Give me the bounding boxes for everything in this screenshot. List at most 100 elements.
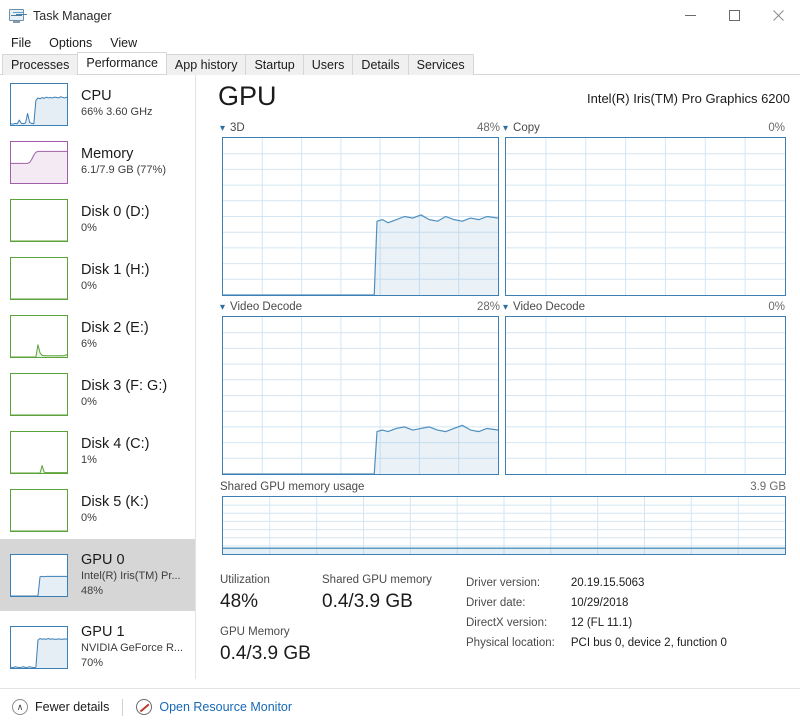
sidebar-item-sub: 0% [81,222,97,234]
graph-video-decode-left [222,316,499,475]
stat-caption: GPU Memory [220,626,290,638]
sidebar-item-label: Disk 5 (K:) [81,494,149,510]
sidebar-item-text: GPU 1 NVIDIA GeForce R... 70% [81,624,183,671]
chevron-down-icon: ▾ [220,302,226,313]
fewer-details-label: Fewer details [35,700,110,714]
tab-details[interactable]: Details [352,54,409,75]
graph-3d [222,137,499,296]
sidebar-item-disk-3-f-g[interactable]: Disk 3 (F: G:) 0% [0,365,195,423]
sidebar-item-text: Disk 3 (F: G:) 0% [81,378,167,410]
sidebar-sparkline [10,488,68,532]
graph-copy [505,137,786,296]
detail-key: Driver version: [466,577,541,589]
sidebar-item-gpu-0[interactable]: GPU 0 Intel(R) Iris(TM) Pr... 48% [0,539,195,611]
tab-processes[interactable]: Processes [2,54,79,75]
panel-header: GPU Intel(R) Iris(TM) Pro Graphics 6200 [196,75,800,117]
menu-item-view[interactable]: View [107,34,146,52]
open-resource-monitor-link[interactable]: Open Resource Monitor [136,699,292,715]
tab-services[interactable]: Services [407,54,474,75]
sidebar-item-text: Disk 0 (D:) 0% [81,204,149,236]
minimize-button[interactable] [668,0,712,31]
gpu-detail-panel: GPU Intel(R) Iris(TM) Pro Graphics 6200 … [196,75,800,679]
sidebar-item-sub: 6.1/7.9 GB (77%) [81,164,166,176]
close-button[interactable] [756,0,800,31]
table-row: Physical location: PCI bus 0, device 2, … [466,636,727,654]
sidebar-item-sub2: 48% [81,584,104,597]
menu-item-file[interactable]: File [8,34,40,52]
sidebar-item-text: GPU 0 Intel(R) Iris(TM) Pr... 48% [81,552,181,599]
performance-sidebar[interactable]: CPU 66% 3.60 GHz Memory 6.1/7.9 GB (77%) Dis… [0,75,196,679]
sidebar-item-sub: Intel(R) Iris(TM) Pr... [81,569,181,582]
sidebar-item-sub: 1% [81,454,97,466]
sidebar-item-sub2: 70% [81,656,104,669]
sidebar-sparkline [10,372,68,416]
sidebar-item-disk-1-h[interactable]: Disk 1 (H:) 0% [0,249,195,307]
sidebar-item-text: Disk 4 (C:) 1% [81,436,149,468]
sidebar-item-label: GPU 1 [81,623,125,640]
sidebar-item-disk-4-c[interactable]: Disk 4 (C:) 1% [0,423,195,481]
tab-app-history[interactable]: App history [165,54,247,75]
table-row: DirectX version: 12 (FL 11.1) [466,616,727,634]
sidebar-sparkline [10,314,68,358]
tab-strip: Processes Performance App history Startu… [0,52,800,75]
sidebar-sparkline [10,198,68,242]
chevron-down-icon: ▾ [503,123,509,134]
maximize-button[interactable] [712,0,756,31]
sidebar-item-disk-2-e[interactable]: Disk 2 (E:) 6% [0,307,195,365]
chevron-up-icon: ∧ [12,699,28,715]
window-controls [668,0,800,31]
chevron-down-icon: ▾ [503,302,509,313]
tab-performance[interactable]: Performance [77,52,167,74]
sidebar-item-disk-5-k[interactable]: Disk 5 (K:) 0% [0,481,195,539]
gpu-details-table: Driver version: 20.19.15.5063 Driver dat… [464,574,729,656]
sidebar-item-sub: 66% 3.60 GHz [81,106,153,118]
chart-label-copy[interactable]: ▾ Copy [503,122,540,134]
task-manager-icon [9,8,25,24]
sidebar-item-gpu-1[interactable]: GPU 1 NVIDIA GeForce R... 70% [0,611,195,679]
chart-label-video-decode-right[interactable]: ▾ Video Decode [503,301,585,313]
stat-value: 48% [220,591,259,612]
stat-value: 0.4/3.9 GB [322,591,413,612]
sidebar-item-text: Memory 6.1/7.9 GB (77%) [81,146,166,178]
sidebar-item-cpu[interactable]: CPU 66% 3.60 GHz [0,75,195,133]
sidebar-item-label: CPU [81,88,112,104]
chart-label-video-decode-left[interactable]: ▾ Video Decode [220,301,302,313]
detail-value: 12 (FL 11.1) [570,617,633,629]
detail-value: 20.19.15.5063 [570,577,645,589]
sidebar-item-sub: 0% [81,396,97,408]
detail-key: Physical location: [466,637,555,649]
chart-value-3d: 48% [476,122,500,134]
chart-value-video-decode-left: 28% [476,301,500,313]
sidebar-item-text: CPU 66% 3.60 GHz [81,88,153,120]
chart-label-3d[interactable]: ▾ 3D [220,122,245,134]
tab-startup[interactable]: Startup [245,54,304,75]
window-title: Task Manager [33,8,112,23]
table-row: Driver version: 20.19.15.5063 [466,576,727,594]
menu-item-options[interactable]: Options [46,34,101,52]
sidebar-item-memory[interactable]: Memory 6.1/7.9 GB (77%) [0,133,195,191]
device-name: Intel(R) Iris(TM) Pro Graphics 6200 [587,91,790,106]
sidebar-item-disk-0-d[interactable]: Disk 0 (D:) 0% [0,191,195,249]
title-bar: Task Manager [0,0,800,31]
sidebar-item-label: Disk 3 (F: G:) [81,378,168,394]
tab-users[interactable]: Users [302,54,354,75]
sidebar-item-label: Disk 0 (D:) [81,204,150,220]
sidebar-sparkline [10,140,68,184]
table-row: Driver date: 10/29/2018 [466,596,727,614]
sidebar-sparkline [10,256,68,300]
detail-value: 10/29/2018 [570,597,629,609]
sidebar-item-label: Disk 2 (E:) [81,320,149,336]
shared-memory-label: Shared GPU memory usage [220,481,365,493]
fewer-details-button[interactable]: ∧ Fewer details [12,699,109,715]
stat-caption: Utilization [220,574,270,586]
stat-utilization: Utilization 48% [220,572,270,616]
chart-value-video-decode-right: 0% [768,301,785,313]
stat-gpu-memory: GPU Memory 0.4/3.9 GB [220,624,311,668]
resource-monitor-icon [136,699,153,715]
status-divider [122,698,124,716]
sidebar-item-label: GPU 0 [81,551,125,568]
menu-bar: File Options View [0,31,800,54]
stat-shared-gpu-memory: Shared GPU memory 0.4/3.9 GB [322,572,432,616]
stat-caption: Shared GPU memory [322,574,432,586]
sidebar-item-text: Disk 1 (H:) 0% [81,262,149,294]
